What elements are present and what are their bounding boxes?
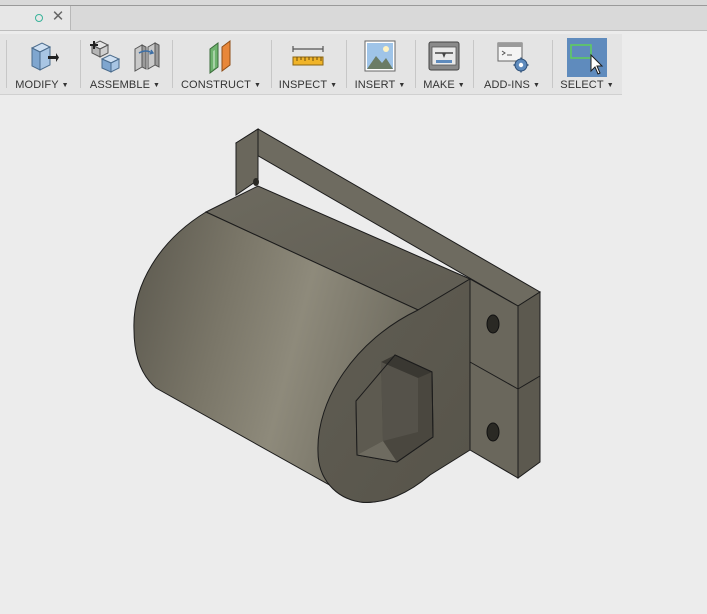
circle-outline-icon <box>35 14 43 22</box>
construct-label: CONSTRUCT <box>181 79 251 91</box>
press-pull-icon <box>30 42 59 71</box>
toolbar-separator <box>80 40 81 88</box>
scripts-addins-icon <box>497 42 529 73</box>
new-component-icon <box>90 40 121 73</box>
toolbar-separator <box>172 40 173 88</box>
chevron-down-icon: ▼ <box>606 82 614 89</box>
add-ins-menu[interactable]: ADD-INS ▼ <box>477 34 547 94</box>
inspect-menu[interactable]: INSPECT ▼ <box>275 34 341 94</box>
toolbar-separator <box>473 40 474 88</box>
add-ins-label: ADD-INS <box>484 79 530 91</box>
toolbar-separator <box>6 40 7 88</box>
chevron-down-icon: ▼ <box>330 82 338 89</box>
toolbar-separator <box>552 40 553 88</box>
offset-plane-icon <box>209 40 231 74</box>
hex-socket-bracket-model[interactable] <box>0 95 707 614</box>
insert-image-icon <box>364 40 396 72</box>
document-tab-bar: ✕ <box>0 0 707 31</box>
3d-print-icon <box>428 41 460 71</box>
toolbar-separator <box>415 40 416 88</box>
document-tab[interactable]: ✕ <box>0 6 71 30</box>
chevron-down-icon: ▼ <box>253 82 261 89</box>
select-cursor-icon <box>567 38 607 77</box>
tab-bar-divider <box>0 5 707 6</box>
select-label: SELECT <box>560 79 604 91</box>
toolbar-separator <box>346 40 347 88</box>
fusion-window: ✕ MODIFY ▼ ASSEMBLE ▼ CONSTRUCT ▼ INSPEC… <box>0 0 707 614</box>
assemble-menu[interactable]: ASSEMBLE ▼ <box>84 34 166 94</box>
3d-viewport[interactable] <box>0 95 707 614</box>
make-menu[interactable]: MAKE ▼ <box>419 34 469 94</box>
select-menu[interactable]: SELECT ▼ <box>556 34 618 94</box>
construct-menu[interactable]: CONSTRUCT ▼ <box>176 34 266 94</box>
measure-ruler-icon <box>292 46 324 66</box>
toolbar-separator <box>271 40 272 88</box>
joint-icon <box>134 42 160 72</box>
close-icon[interactable]: ✕ <box>51 9 65 25</box>
assemble-label: ASSEMBLE <box>89 79 151 91</box>
insert-label: INSERT <box>354 79 396 91</box>
chevron-down-icon: ▼ <box>153 82 161 89</box>
chevron-down-icon: ▼ <box>457 82 465 89</box>
insert-menu[interactable]: INSERT ▼ <box>350 34 410 94</box>
inspect-label: INSPECT <box>278 79 328 91</box>
make-label: MAKE <box>423 79 455 91</box>
modify-label: MODIFY <box>15 79 59 91</box>
chevron-down-icon: ▼ <box>61 82 69 89</box>
chevron-down-icon: ▼ <box>398 82 406 89</box>
chevron-down-icon: ▼ <box>532 82 540 89</box>
toolbar-ribbon: MODIFY ▼ ASSEMBLE ▼ CONSTRUCT ▼ INSPECT … <box>0 34 622 95</box>
modify-menu[interactable]: MODIFY ▼ <box>10 34 74 94</box>
